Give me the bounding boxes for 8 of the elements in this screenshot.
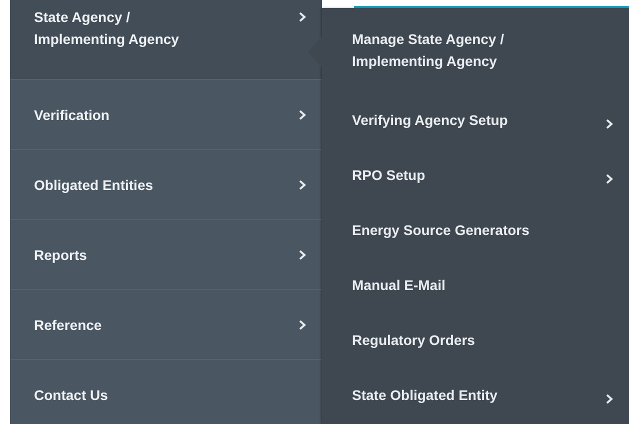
submenu-item[interactable]: Verifying Agency Setup: [322, 92, 629, 147]
submenu-item[interactable]: Energy Source Generators: [322, 202, 629, 257]
submenu-item[interactable]: Manual E-Mail: [322, 257, 629, 312]
submenu-item[interactable]: Regulatory Orders: [322, 312, 629, 367]
submenu-item[interactable]: State Obligated Entity: [322, 367, 629, 422]
submenu-item[interactable]: RPO Setup: [322, 147, 629, 202]
menu-item[interactable]: State Agency / Implementing Agency: [10, 0, 322, 80]
submenu-item[interactable]: Manage State Agency / Implementing Agency: [322, 8, 629, 92]
